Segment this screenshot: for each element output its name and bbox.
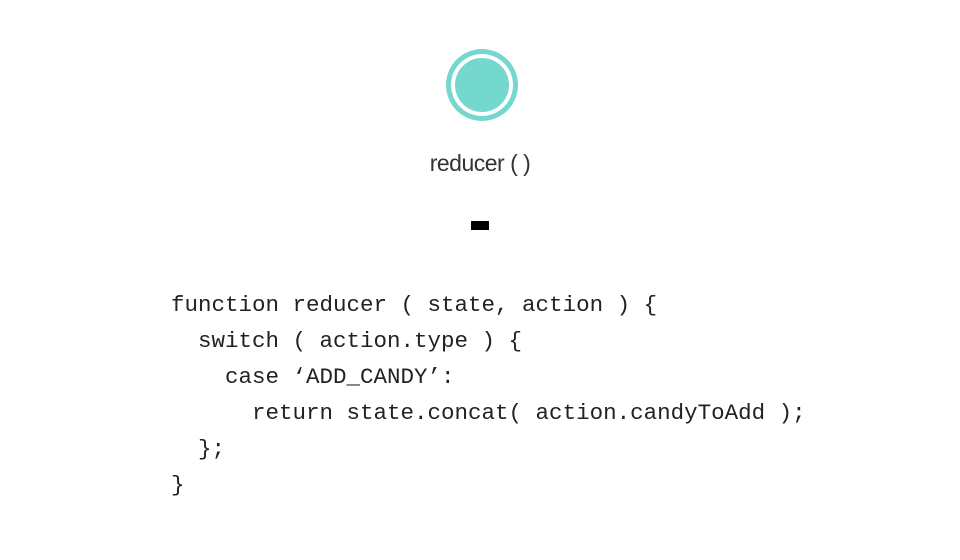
text-cursor-block: [471, 221, 489, 230]
code-line: function reducer ( state, action ) {: [171, 292, 658, 318]
slide-title: reducer ( ): [429, 150, 531, 176]
code-line: };: [171, 436, 226, 462]
slide: reducer ( ) function reducer ( state, ac…: [0, 0, 960, 560]
ring-circle-icon: [446, 49, 518, 121]
code-line: }: [171, 472, 185, 498]
code-line: return state.concat( action.candyToAdd )…: [171, 400, 806, 426]
code-line: switch ( action.type ) {: [171, 328, 523, 354]
code-line: case ‘ADD_CANDY’:: [171, 364, 455, 390]
code-block: function reducer ( state, action ) { swi…: [171, 287, 806, 503]
ring-core: [455, 58, 509, 112]
